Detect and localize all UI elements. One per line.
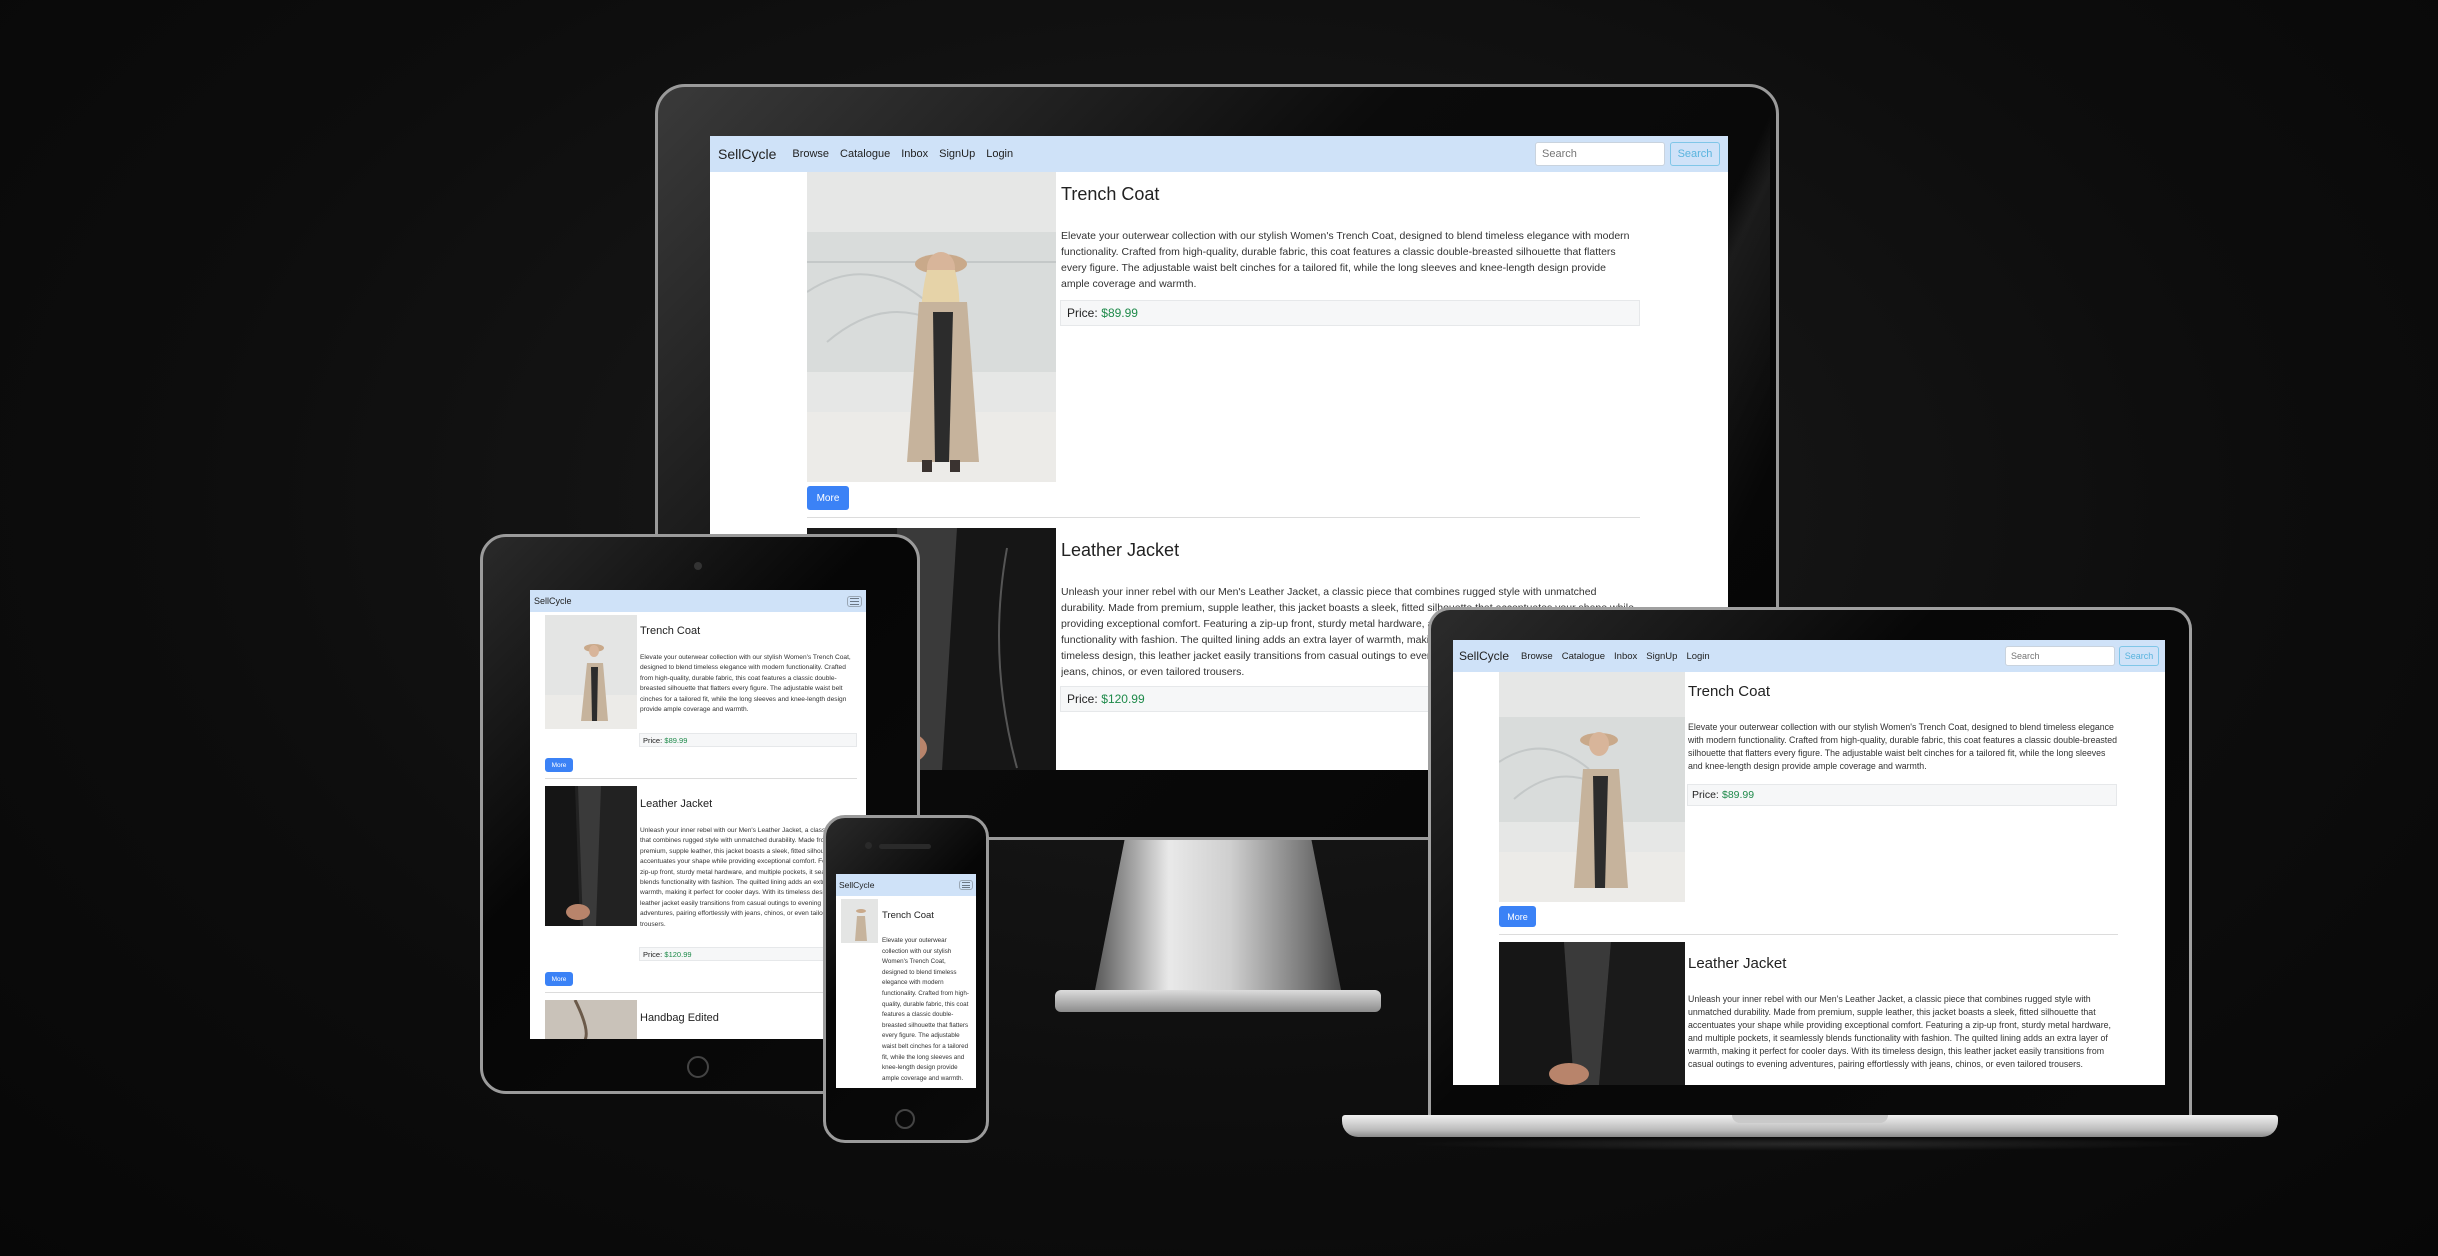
price-box: Price: $89.99 [1060,300,1640,326]
navbar: SellCycle Browse Catalogue Inbox SignUp … [1453,640,2165,672]
product-divider [545,778,857,779]
price-label: Price: [643,949,663,959]
home-button-icon [687,1056,709,1078]
product-title: Trench Coat [1688,683,1770,700]
more-button[interactable]: More [1499,906,1536,927]
hamburger-menu-icon[interactable] [959,880,973,890]
nav-inbox[interactable]: Inbox [1614,651,1637,662]
price-value: $89.99 [1101,306,1138,320]
nav-browse[interactable]: Browse [792,148,829,160]
product-description: Elevate your outerwear collection with o… [1061,230,1630,290]
search-button[interactable]: Search [2119,646,2159,666]
more-button[interactable]: More [807,486,849,510]
laptop-screen: SellCycle Browse Catalogue Inbox SignUp … [1453,640,2165,1085]
brand-logo[interactable]: SellCycle [1459,649,1509,663]
search-form: Search [2005,646,2159,666]
nav-signup[interactable]: SignUp [939,148,975,160]
nav-login[interactable]: Login [986,148,1013,160]
product-image-handbag [545,1000,637,1039]
brand-logo[interactable]: SellCycle [534,596,572,606]
product-image-trench-coat [1499,672,1685,902]
brand-logo[interactable]: SellCycle [718,146,776,162]
nav-links: Browse Catalogue Inbox SignUp Login [792,148,1013,160]
product-image-leather-jacket [545,786,637,926]
price-label: Price: [1692,789,1719,801]
product-title: Handbag Edited [640,1012,719,1024]
product-image-leather-jacket [1499,942,1685,1085]
product-title: Trench Coat [882,910,934,921]
price-value: $120.99 [1101,692,1145,706]
product-title: Trench Coat [640,625,701,637]
product-title: Trench Coat [1061,184,1160,204]
price-label: Price: [1067,306,1098,320]
nav-catalogue[interactable]: Catalogue [840,148,890,160]
price-box: Price: $89.99 [1687,784,2117,806]
product-description: Elevate your outerwear collection with o… [640,654,851,714]
phone-screen: SellCycle Trench Coat Elevate your outer… [836,874,976,1088]
monitor-stand [1055,840,1381,1030]
search-input[interactable] [1535,142,1665,166]
search-form: Search [1535,142,1720,166]
product-description: Elevate your outerwear collection with o… [882,937,970,1082]
search-input[interactable] [2005,646,2115,666]
product-image-trench-coat [807,172,1056,482]
product-divider [545,992,857,993]
product-image-trench-coat [545,615,637,729]
nav-login[interactable]: Login [1686,651,1709,662]
nav-inbox[interactable]: Inbox [901,148,928,160]
nav-catalogue[interactable]: Catalogue [1562,651,1605,662]
more-button[interactable]: More [545,972,573,986]
more-button[interactable]: More [545,758,573,772]
tablet-camera [694,562,702,570]
price-value: $89.99 [1721,789,1755,801]
product-title: Leather Jacket [1688,955,1787,972]
brand-logo[interactable]: SellCycle [839,880,874,890]
product-description: Elevate your outerwear collection with o… [1688,722,2117,771]
price-label: Price: [1067,692,1098,706]
tablet-screen: SellCycle Trench Coat Elevate your outer… [530,590,866,1039]
product-divider [1499,934,2118,935]
price-box: Price: $89.99 [639,733,857,747]
product-description: Unleash your inner rebel with our Men's … [1688,994,2111,1069]
nav-signup[interactable]: SignUp [1646,651,1677,662]
hamburger-menu-icon[interactable] [847,595,862,607]
product-image-trench-coat [841,899,878,943]
product-title: Leather Jacket [1061,540,1180,560]
search-button[interactable]: Search [1670,142,1720,166]
product-title: Leather Jacket [640,798,713,810]
nav-links: Browse Catalogue Inbox SignUp Login [1521,651,1710,662]
navbar: SellCycle [836,874,976,896]
price-label: Price: [643,735,663,745]
price-value: $89.99 [664,735,688,745]
navbar: SellCycle Browse Catalogue Inbox SignUp … [710,136,1728,172]
nav-browse[interactable]: Browse [1521,651,1553,662]
navbar: SellCycle [530,590,866,612]
product-divider [807,517,1640,518]
price-value: $120.99 [664,949,692,959]
home-button-icon [895,1109,915,1129]
